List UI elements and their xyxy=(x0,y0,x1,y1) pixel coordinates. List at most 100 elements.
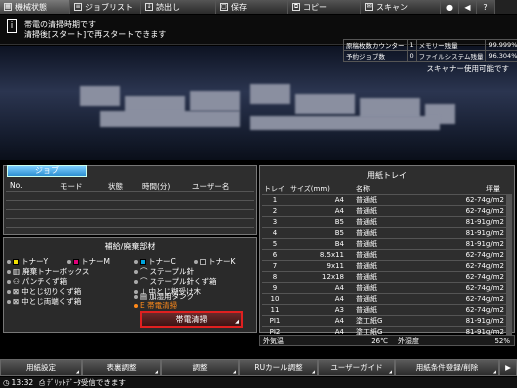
tab-save[interactable]: ▢ 保存 xyxy=(216,0,288,14)
volume-button[interactable]: ◀ xyxy=(459,0,477,14)
speaker-icon: ◀ xyxy=(464,2,471,12)
paper-name: 普通紙 xyxy=(346,227,436,239)
tray-scroll-cell xyxy=(506,238,512,250)
tray-scroll-cell xyxy=(506,293,512,305)
status-dot xyxy=(7,269,11,274)
list-icon: ≡ xyxy=(74,3,82,11)
paper-condition-register-button[interactable]: 用紙条件登録/削除 ◢ xyxy=(395,359,499,376)
tray-row[interactable]: 6 8.5x11 普通紙 62-74g/m2 xyxy=(262,249,512,261)
blurred-block xyxy=(250,116,440,130)
job-row[interactable] xyxy=(6,227,254,236)
tray-row[interactable]: PI1 A4 塗工紙G 81-91g/m2 xyxy=(262,315,512,327)
tray-row[interactable]: 1 A4 普通紙 62-74g/m2 xyxy=(262,194,512,206)
tray-row[interactable]: 4 B5 普通紙 81-91g/m2 xyxy=(262,227,512,239)
status-bar: ◷ 13:32 ⎙ ﾃﾞﾘｯﾄﾃﾞｰﾀ受信できます xyxy=(0,377,517,388)
tray-number: 10 xyxy=(262,293,288,305)
user-guide-button[interactable]: ユーザーガイド ◢ xyxy=(318,359,395,376)
tray-title: 用紙トレイ xyxy=(367,171,407,180)
status-dot xyxy=(7,259,11,264)
tray-number: 1 xyxy=(262,194,288,206)
paper-weight: 81-91g/m2 xyxy=(436,216,506,228)
blurred-block xyxy=(100,111,240,127)
tab-copy[interactable]: ⧉ コピー xyxy=(288,0,361,14)
tab-job[interactable]: ジョブ xyxy=(7,165,87,177)
arrow-right-icon: ▶ xyxy=(505,363,511,372)
blurred-block xyxy=(360,98,420,118)
paper-weight: 62-74g/m2 xyxy=(436,260,506,272)
tray-row[interactable]: 3 B5 普通紙 81-91g/m2 xyxy=(262,216,512,228)
paper-weight: 62-74g/m2 xyxy=(436,304,506,316)
tray-scroll-cell xyxy=(506,205,512,217)
job-row[interactable] xyxy=(6,200,254,209)
counter-table: 原稿枚数カウンター 1 メモリー残量 99.999% 予約ジョブ数 0 ファイル… xyxy=(343,39,517,62)
save-icon: ▢ xyxy=(220,3,228,11)
tray-size: A3 xyxy=(288,304,346,316)
tray-scroll-cell xyxy=(506,315,512,327)
circle-icon: ● xyxy=(446,2,453,12)
tray-size: A4 xyxy=(288,315,346,327)
job-row[interactable] xyxy=(6,191,254,200)
tray-scroll-cell xyxy=(506,216,512,228)
status-dot xyxy=(7,289,11,294)
tray-size: A4 xyxy=(288,194,346,206)
machine-icon: ▦ xyxy=(4,3,12,11)
tray-row[interactable]: 8 12x18 普通紙 62-74g/m2 xyxy=(262,271,512,283)
tray-number: 7 xyxy=(262,260,288,272)
tray-size: A4 xyxy=(288,293,346,305)
paper-name: 普通紙 xyxy=(346,293,436,305)
status-dot xyxy=(67,259,71,264)
paper-name: 普通紙 xyxy=(346,216,436,228)
tab-machine-status[interactable]: ▦ 機械状態 xyxy=(0,0,70,14)
adjust-button[interactable]: 調整 ◢ xyxy=(161,359,239,376)
message-text: 帯電の清掃時期です 清掃後[スタート]で再スタートできます xyxy=(24,20,167,39)
toner-swatch xyxy=(200,258,206,265)
tray-scroll-cell xyxy=(506,194,512,206)
scanner-status: スキャナー使用可能です xyxy=(426,64,510,73)
toner-swatch xyxy=(140,258,146,265)
tab-retrieve[interactable]: ↓ 読出し xyxy=(141,0,216,14)
info-icon: i xyxy=(7,19,17,33)
record-button[interactable]: ● xyxy=(441,0,459,14)
help-button[interactable]: ? xyxy=(477,0,495,14)
corner-triangle-icon: ◢ xyxy=(311,369,315,374)
tray-row[interactable]: 10 A4 普通紙 62-74g/m2 xyxy=(262,293,512,305)
status-dot xyxy=(7,299,11,304)
alert-dot xyxy=(134,303,138,308)
printer-icon: ⎙ xyxy=(39,377,46,387)
tray-scroll-cell xyxy=(506,227,512,239)
tray-row[interactable]: 5 B4 普通紙 81-91g/m2 xyxy=(262,238,512,250)
blurred-block xyxy=(250,84,290,104)
supply-charger-cleaning: E 帯電清掃 xyxy=(134,300,177,311)
paper-name: 普通紙 xyxy=(346,194,436,206)
blurred-block xyxy=(190,91,240,111)
paper-name: 普通紙 xyxy=(346,238,436,250)
paper-name: 普通紙 xyxy=(346,260,436,272)
tray-row[interactable]: 9 A4 普通紙 62-74g/m2 xyxy=(262,282,512,294)
ru-curl-adjust-button[interactable]: RUカール調整 ◢ xyxy=(239,359,318,376)
next-page-button[interactable]: ▶ xyxy=(499,359,517,376)
status-dot xyxy=(134,259,138,264)
tray-scroll-cell xyxy=(506,282,512,294)
job-row[interactable] xyxy=(6,209,254,218)
paper-weight: 62-74g/m2 xyxy=(436,293,506,305)
paper-setting-button[interactable]: 用紙設定 ◢ xyxy=(0,359,82,376)
registration-adjust-button[interactable]: 表裏調整 ◢ xyxy=(82,359,161,376)
tray-scroll-cell xyxy=(506,271,512,283)
tray-row[interactable]: 11 A3 普通紙 62-74g/m2 xyxy=(262,304,512,316)
status-dot xyxy=(194,259,198,264)
paper-name: 普通紙 xyxy=(346,205,436,217)
tab-job-list[interactable]: ≡ ジョブリスト xyxy=(70,0,141,14)
tray-size: A4 xyxy=(288,205,346,217)
bottom-button-bar: 用紙設定 ◢ 表裏調整 ◢ 調整 ◢ RUカール調整 ◢ ユーザーガイド ◢ 用紙条件登録… xyxy=(0,359,517,376)
clock-icon: ◷ xyxy=(3,378,10,387)
tray-size: 12x18 xyxy=(288,271,346,283)
tray-size: B4 xyxy=(288,238,346,250)
tray-row[interactable]: 7 9x11 普通紙 62-74g/m2 xyxy=(262,260,512,272)
job-row[interactable] xyxy=(6,218,254,227)
charger-clean-button[interactable]: 帯電清掃 ◢ xyxy=(140,311,243,328)
tab-scan[interactable]: ✉ スキャン xyxy=(361,0,441,14)
tray-number: 9 xyxy=(262,282,288,294)
tray-number: PI1 xyxy=(262,315,288,327)
tray-size: 9x11 xyxy=(288,260,346,272)
tray-row[interactable]: 2 A4 普通紙 62-74g/m2 xyxy=(262,205,512,217)
